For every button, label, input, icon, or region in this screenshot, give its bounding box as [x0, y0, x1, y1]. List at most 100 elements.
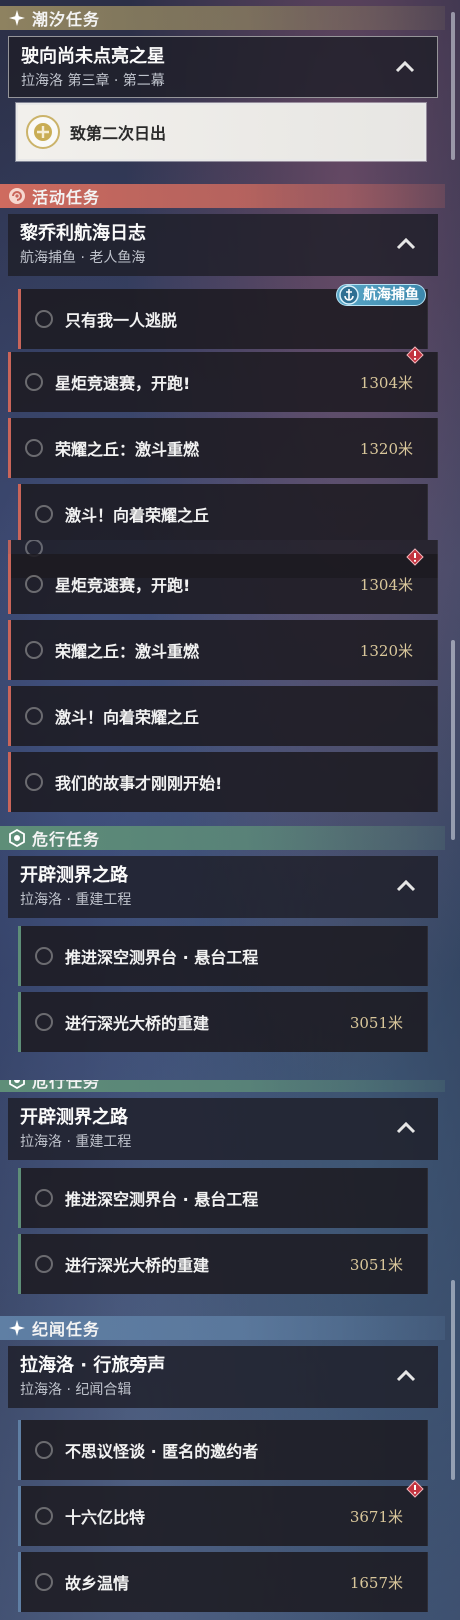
- list-item[interactable]: 推进深空测界台 · 悬台工程: [18, 926, 428, 986]
- quest-header-event[interactable]: 黎乔利航海日志 航海捕鱼 · 老人鱼海: [8, 214, 438, 276]
- task-name: 我们的故事才刚刚开始!: [55, 774, 223, 793]
- quest-subtitle: 拉海洛 第三章 · 第二幕: [21, 73, 165, 89]
- task-distance: 1304米: [359, 575, 413, 594]
- list-item[interactable]: 激斗！向着荣耀之丘: [18, 484, 428, 540]
- sparkle-icon: [8, 1319, 26, 1337]
- quest-title: 黎乔利航海日志: [20, 223, 146, 244]
- list-item[interactable]: 推进深空测界台 · 悬台工程: [18, 1168, 428, 1228]
- event-icon: [8, 187, 26, 205]
- task-name: 荣耀之丘：激斗重燃: [55, 642, 200, 661]
- task-name: 激斗！向着荣耀之丘: [55, 708, 200, 727]
- chevron-up-icon[interactable]: [396, 236, 416, 250]
- section-header-event[interactable]: 活动任务: [0, 184, 445, 208]
- scrollbar[interactable]: [451, 1280, 455, 1480]
- status-circle: [25, 575, 43, 593]
- quest-subtitle: 拉海洛 · 重建工程: [20, 1134, 132, 1150]
- task-name: 推进深空测界台 · 悬台工程: [65, 1190, 259, 1209]
- task-name: 荣耀之丘：激斗重燃: [55, 440, 200, 459]
- list-item[interactable]: 不思议怪谈 · 匿名的邀约者: [18, 1420, 428, 1480]
- task-name: 致第二次日出: [70, 124, 167, 143]
- list-item[interactable]: 激斗！向着荣耀之丘: [8, 686, 438, 746]
- status-circle: [35, 947, 53, 965]
- section-label: 纪闻任务: [32, 1320, 101, 1339]
- scrollbar[interactable]: [451, 640, 455, 840]
- task-distance: 3671米: [349, 1507, 403, 1526]
- section-header-danger[interactable]: 危行任务: [0, 826, 445, 850]
- status-circle: [25, 439, 43, 457]
- chevron-up-icon[interactable]: [396, 1120, 416, 1134]
- list-item[interactable]: 我们的故事才刚刚开始!: [8, 752, 438, 812]
- status-circle: [35, 1573, 53, 1591]
- task-name: 推进深空测界台 · 悬台工程: [65, 948, 259, 967]
- task-distance: 1320米: [359, 641, 413, 660]
- sparkle-icon: [8, 9, 26, 27]
- status-circle: [25, 707, 43, 725]
- scrollbar[interactable]: [451, 12, 455, 160]
- task-name: 星炬竞速赛，开跑!: [55, 576, 191, 595]
- task-name: 激斗！向着荣耀之丘: [65, 506, 210, 525]
- quest-title: 开辟测界之路: [20, 865, 128, 886]
- chevron-up-icon[interactable]: [395, 59, 415, 73]
- section-header-record[interactable]: 纪闻任务: [0, 1316, 445, 1340]
- section-label: 危行任务: [32, 830, 101, 849]
- list-item[interactable]: 十六亿比特 3671米: [18, 1486, 428, 1546]
- list-item[interactable]: 故乡温情 1657米: [18, 1552, 428, 1612]
- quest-header-danger[interactable]: 开辟测界之路 拉海洛 · 重建工程: [8, 1098, 438, 1160]
- fishing-tag-label: 航海捕鱼: [363, 287, 419, 303]
- anchor-icon: [339, 285, 359, 305]
- chevron-up-icon[interactable]: [396, 878, 416, 892]
- status-circle: [35, 505, 53, 523]
- status-circle: [35, 1255, 53, 1273]
- status-circle: [25, 641, 43, 659]
- task-name: 不思议怪谈 · 匿名的邀约者: [65, 1442, 259, 1461]
- panel-bottom: 危行任务 开辟测界之路 拉海洛 · 重建工程 推进深空测界台 · 悬台工程 进行…: [0, 1080, 460, 1620]
- fishing-tag: 航海捕鱼: [336, 284, 426, 306]
- panel-top: 潮汐任务 驶向尚未点亮之星 拉海洛 第三章 · 第二幕 致第二次日出 活动任务 …: [0, 0, 460, 540]
- task-name: 星炬竞速赛，开跑!: [55, 374, 191, 393]
- status-circle: [25, 373, 43, 391]
- section-header-tide[interactable]: 潮汐任务: [0, 6, 445, 30]
- task-name: 进行深光大桥的重建: [65, 1014, 210, 1033]
- quest-header-tide[interactable]: 驶向尚未点亮之星 拉海洛 第三章 · 第二幕: [8, 36, 438, 98]
- quest-subtitle: 拉海洛 · 纪闻合辑: [20, 1382, 132, 1398]
- list-item[interactable]: 星炬竞速赛，开跑! 1304米: [8, 352, 438, 412]
- task-name: 只有我一人逃脱: [65, 311, 178, 330]
- panel-middle: 星炬竞速赛，开跑! 1304米 荣耀之丘：激斗重燃 1320米 激斗！向着荣耀之…: [0, 540, 460, 1080]
- task-distance: 1657米: [349, 1573, 403, 1592]
- list-item[interactable]: 进行深光大桥的重建 3051米: [18, 992, 428, 1052]
- status-circle: [25, 773, 43, 791]
- quest-header-record[interactable]: 拉海洛 · 行旅旁声 拉海洛 · 纪闻合辑: [8, 1346, 438, 1408]
- quest-subtitle: 拉海洛 · 重建工程: [20, 892, 132, 908]
- alert-diamond-icon: [406, 1480, 424, 1498]
- quest-title: 驶向尚未点亮之星: [21, 46, 165, 67]
- quest-header-danger[interactable]: 开辟测界之路 拉海洛 · 重建工程: [8, 856, 438, 918]
- chevron-up-icon[interactable]: [396, 1368, 416, 1382]
- alert-diamond-icon: [406, 548, 424, 566]
- list-item[interactable]: 荣耀之丘：激斗重燃 1320米: [8, 418, 438, 478]
- status-circle: [35, 1013, 53, 1031]
- alert-diamond-icon: [406, 346, 424, 364]
- tracking-icon[interactable]: [26, 115, 60, 149]
- section-label: 潮汐任务: [32, 10, 101, 29]
- section-header-danger[interactable]: 危行任务: [0, 1080, 445, 1092]
- status-circle: [35, 1189, 53, 1207]
- task-name: 十六亿比特: [65, 1508, 146, 1527]
- status-circle: [35, 310, 53, 328]
- list-item[interactable]: 进行深光大桥的重建 3051米: [18, 1234, 428, 1294]
- task-current[interactable]: 致第二次日出: [16, 103, 426, 161]
- danger-icon: [8, 1080, 26, 1089]
- task-name: 故乡温情: [65, 1574, 130, 1593]
- task-distance: 1304米: [359, 373, 413, 392]
- danger-icon: [8, 829, 26, 847]
- list-item[interactable]: 荣耀之丘：激斗重燃 1320米: [8, 620, 438, 680]
- task-name: 进行深光大桥的重建: [65, 1256, 210, 1275]
- quest-title: 拉海洛 · 行旅旁声: [20, 1355, 166, 1376]
- task-distance: 3051米: [349, 1013, 403, 1032]
- task-distance: 3051米: [349, 1255, 403, 1274]
- section-label: 活动任务: [32, 188, 101, 207]
- list-item[interactable]: 星炬竞速赛，开跑! 1304米: [8, 554, 438, 614]
- quest-subtitle: 航海捕鱼 · 老人鱼海: [20, 250, 146, 266]
- quest-title: 开辟测界之路: [20, 1107, 128, 1128]
- status-circle: [35, 1507, 53, 1525]
- status-circle: [35, 1441, 53, 1459]
